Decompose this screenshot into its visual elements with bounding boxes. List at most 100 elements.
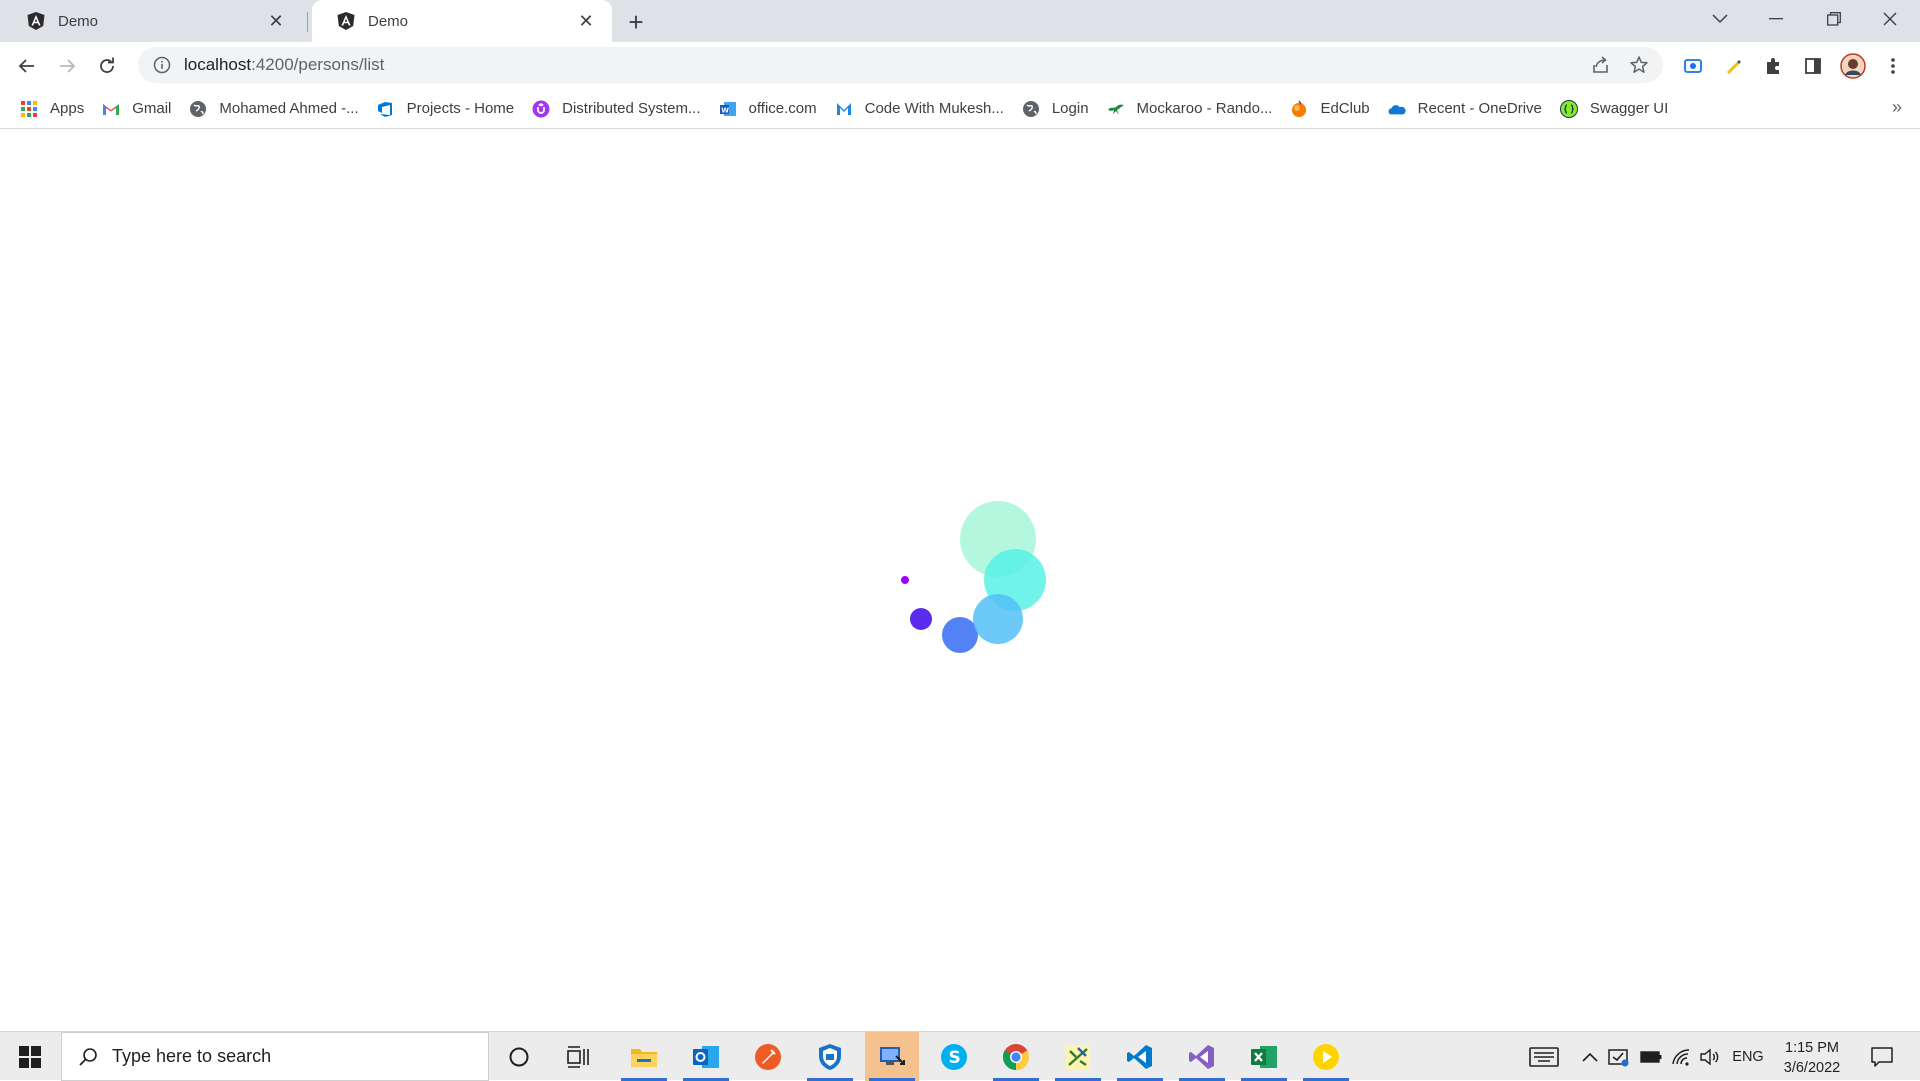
- postman-icon[interactable]: [741, 1032, 795, 1081]
- bookmark-login[interactable]: Login: [1014, 93, 1099, 125]
- volume-icon[interactable]: [1697, 1032, 1723, 1081]
- cortana-icon[interactable]: [492, 1032, 546, 1081]
- loader-dot-3: [942, 617, 978, 653]
- arrow-left-icon: [18, 59, 34, 73]
- network-tool-icon[interactable]: [1051, 1032, 1105, 1081]
- bookmark-label: Login: [1051, 100, 1089, 117]
- bookmarks-overflow-button[interactable]: »: [1892, 97, 1902, 118]
- browser-menu-icon[interactable]: [1876, 49, 1910, 83]
- word-icon: W: [719, 100, 737, 118]
- bookmarks-bar: Apps Gmail Mohamed Ahmed -... Projects -…: [0, 89, 1920, 129]
- vscode-icon[interactable]: [1113, 1032, 1167, 1081]
- tab-close-icon[interactable]: ✕: [264, 9, 288, 33]
- restore-button[interactable]: [1806, 0, 1862, 38]
- file-explorer-icon[interactable]: [617, 1032, 671, 1081]
- profile-avatar[interactable]: [1836, 49, 1870, 83]
- loader-dot-1: [901, 576, 909, 584]
- touch-keyboard-icon[interactable]: [1524, 1032, 1564, 1081]
- bookmark-label: EdClub: [1320, 100, 1370, 117]
- taskbar-search-input[interactable]: Type here to search: [61, 1032, 489, 1081]
- windows-logo-icon: [19, 1045, 41, 1068]
- reload-icon: [100, 57, 114, 73]
- outlook-icon[interactable]: [679, 1032, 733, 1081]
- azure-devops-icon: [377, 100, 395, 118]
- highlighter-extension-icon[interactable]: [1716, 49, 1750, 83]
- minimize-button[interactable]: [1748, 0, 1804, 38]
- address-bar[interactable]: localhost:4200/persons/list: [138, 47, 1663, 83]
- mockaroo-icon: [1107, 100, 1125, 118]
- tab-demo-2[interactable]: Demo ✕: [312, 0, 612, 42]
- gmail-icon: [102, 100, 120, 118]
- mukesh-icon: [835, 100, 853, 118]
- bookmark-apps[interactable]: Apps: [12, 93, 94, 125]
- bookmark-edclub[interactable]: EdClub: [1282, 93, 1379, 125]
- bookmark-label: Code With Mukesh...: [864, 100, 1004, 117]
- bookmark-mockaroo[interactable]: Mockaroo - Rando...: [1099, 93, 1283, 125]
- new-tab-button[interactable]: +: [620, 7, 652, 37]
- excel-icon[interactable]: [1237, 1032, 1291, 1081]
- task-view-icon[interactable]: [552, 1032, 606, 1081]
- chrome-icon[interactable]: [989, 1032, 1043, 1081]
- bookmark-label: Swagger UI: [1589, 100, 1669, 117]
- bookmark-label: Mockaroo - Rando...: [1136, 100, 1273, 117]
- tab-close-icon[interactable]: ✕: [574, 9, 598, 33]
- search-placeholder: Type here to search: [112, 1046, 272, 1066]
- angular-icon: [337, 12, 355, 30]
- language-indicator[interactable]: ENG: [1728, 1032, 1768, 1081]
- bookmark-label: Mohamed Ahmed -...: [219, 100, 359, 117]
- start-button[interactable]: [0, 1032, 60, 1081]
- address-path: :4200/persons/list: [251, 55, 385, 74]
- bookmark-office[interactable]: W office.com: [711, 93, 827, 125]
- search-icon: [79, 1047, 97, 1066]
- udemy-icon: [532, 100, 550, 118]
- globe-icon: [189, 100, 207, 118]
- system-clock[interactable]: 1:15 PM 3/6/2022: [1770, 1038, 1854, 1078]
- star-icon[interactable]: [1629, 55, 1649, 80]
- bookmark-onedrive[interactable]: Recent - OneDrive: [1380, 93, 1552, 125]
- remote-desktop-icon[interactable]: [865, 1032, 919, 1081]
- bookmark-distributed-system[interactable]: Distributed System...: [524, 93, 710, 125]
- globe-icon: [1022, 100, 1040, 118]
- back-button[interactable]: [10, 49, 44, 83]
- tab-search-chevron-icon[interactable]: [1692, 0, 1748, 38]
- loading-spinner: [901, 501, 1046, 653]
- browser-toolbar: localhost:4200/persons/list: [0, 42, 1920, 89]
- chevron-up-icon[interactable]: [1578, 1032, 1602, 1081]
- tab-demo-1[interactable]: Demo ✕: [2, 0, 308, 42]
- share-icon[interactable]: [1591, 55, 1611, 80]
- address-host: localhost: [184, 55, 252, 74]
- media-player-icon[interactable]: [1299, 1032, 1353, 1081]
- bookmark-label: Apps: [50, 100, 85, 117]
- reload-button[interactable]: [90, 49, 124, 83]
- defender-icon[interactable]: [803, 1032, 857, 1081]
- bookmark-mohamed-ahmed[interactable]: Mohamed Ahmed -...: [181, 93, 368, 125]
- side-panel-icon[interactable]: [1796, 49, 1830, 83]
- skype-icon[interactable]: S: [927, 1032, 981, 1081]
- notification-center-icon[interactable]: [1862, 1032, 1902, 1081]
- bookmark-code-with-mukesh[interactable]: Code With Mukesh...: [827, 93, 1014, 125]
- antivirus-tray-icon[interactable]: [1606, 1032, 1632, 1081]
- bookmark-label: Gmail: [132, 100, 172, 117]
- bookmark-label: office.com: [748, 100, 817, 117]
- site-info-icon[interactable]: [152, 55, 172, 75]
- forward-button[interactable]: [50, 49, 84, 83]
- edclub-icon: [1290, 100, 1308, 118]
- bookmark-gmail[interactable]: Gmail: [94, 93, 181, 125]
- onedrive-icon: [1388, 100, 1406, 118]
- angular-icon: [27, 12, 45, 30]
- tab-title: Demo: [58, 12, 99, 30]
- bookmark-projects-home[interactable]: Projects - Home: [369, 93, 525, 125]
- arrow-right-icon: [60, 59, 76, 73]
- tab-title: Demo: [368, 12, 409, 30]
- tab-strip: Demo ✕ Demo ✕ +: [0, 0, 1920, 42]
- close-window-button[interactable]: [1862, 0, 1918, 38]
- clock-time: 1:15 PM: [1785, 1040, 1839, 1056]
- bookmark-swagger-ui[interactable]: Swagger UI: [1552, 93, 1678, 125]
- apps-grid-icon: [20, 100, 38, 118]
- screencast-extension-icon[interactable]: [1676, 49, 1710, 83]
- wifi-icon[interactable]: [1668, 1032, 1694, 1081]
- battery-icon[interactable]: [1638, 1032, 1664, 1081]
- extensions-puzzle-icon[interactable]: [1756, 49, 1790, 83]
- clock-date: 3/6/2022: [1783, 1060, 1841, 1076]
- visual-studio-icon[interactable]: [1175, 1032, 1229, 1081]
